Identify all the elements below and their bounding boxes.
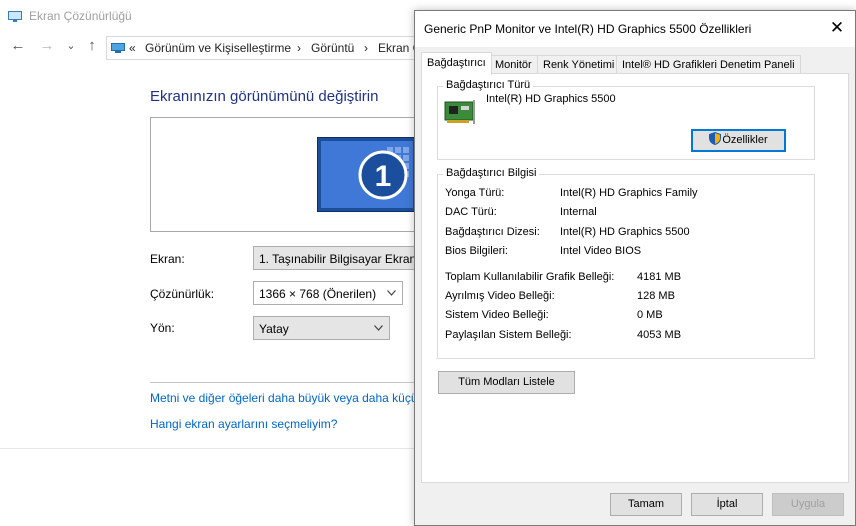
memory-value: 0 MB bbox=[637, 309, 663, 321]
memory-value: 4181 MB bbox=[637, 271, 682, 283]
orientation-value: Yatay bbox=[259, 322, 289, 336]
display-value: 1. Taşınabilir Bilgisayar Ekranı bbox=[259, 252, 420, 266]
up-button[interactable]: ↑ bbox=[82, 37, 102, 54]
resolution-label: Çözünürlük: bbox=[150, 287, 215, 301]
info-value: Intel(R) HD Graphics 5500 bbox=[560, 226, 690, 238]
info-value: Internal bbox=[560, 206, 597, 218]
text-size-link[interactable]: Metni ve diğer öğeleri daha büyük veya d… bbox=[150, 391, 456, 405]
chevron-down-icon bbox=[387, 290, 396, 296]
ok-button[interactable]: Tamam bbox=[610, 493, 682, 516]
breadcrumb-item[interactable]: Görünüm ve Kişiselleştirme bbox=[145, 41, 291, 55]
adapter-type-group-label: Bağdaştırıcı Türü bbox=[443, 79, 534, 91]
card-icon bbox=[444, 100, 475, 124]
tab-bar: Bağdaştırıcı Monitör Renk Yönetimi Intel… bbox=[421, 52, 851, 75]
breadcrumb-item[interactable]: Görüntü bbox=[311, 41, 354, 55]
info-label: Bağdaştırıcı Dizesi: bbox=[445, 226, 540, 238]
memory-label: Paylaşılan Sistem Belleği: bbox=[445, 329, 572, 341]
dialog-title-bar[interactable]: Generic PnP Monitor ve Intel(R) HD Graph… bbox=[415, 11, 855, 47]
info-value: Intel Video BIOS bbox=[560, 245, 642, 257]
divider bbox=[0, 448, 420, 449]
properties-dialog: Generic PnP Monitor ve Intel(R) HD Graph… bbox=[414, 10, 856, 526]
display-icon bbox=[8, 11, 22, 22]
memory-label: Ayrılmış Video Belleği: bbox=[445, 290, 555, 302]
window-title: Ekran Çözünürlüğü bbox=[29, 9, 132, 23]
adapter-tab-panel: Bağdaştırıcı Türü Intel(R) HD Graphics 5… bbox=[421, 73, 849, 483]
divider bbox=[150, 382, 420, 383]
info-label: DAC Türü: bbox=[445, 206, 497, 218]
memory-value: 128 MB bbox=[637, 290, 675, 302]
memory-label: Toplam Kullanılabilir Grafik Belleği: bbox=[445, 271, 615, 283]
resolution-select[interactable]: 1366 × 768 (Önerilen) bbox=[253, 281, 403, 305]
resolution-value: 1366 × 768 (Önerilen) bbox=[259, 287, 377, 301]
dialog-title: Generic PnP Monitor ve Intel(R) HD Graph… bbox=[424, 22, 752, 36]
orientation-label: Yön: bbox=[150, 321, 175, 335]
recent-locations-button[interactable]: ⌄ bbox=[61, 39, 81, 52]
back-button[interactable]: ← bbox=[8, 37, 28, 54]
monitor-preview-icon[interactable]: 1 bbox=[317, 137, 417, 212]
tab-intel-control-panel[interactable]: Intel® HD Grafikleri Denetim Paneli bbox=[616, 55, 801, 74]
monitor-icon bbox=[111, 43, 125, 53]
chevron-down-icon bbox=[374, 325, 383, 331]
forward-button[interactable]: → bbox=[37, 37, 57, 54]
adapter-info-group-label: Bağdaştırıcı Bilgisi bbox=[443, 167, 540, 179]
address-bar[interactable]: « Görünüm ve Kişiselleştirme › Görüntü ›… bbox=[106, 36, 481, 60]
list-all-modes-button[interactable]: Tüm Modları Listele bbox=[438, 371, 575, 394]
tab-color-management[interactable]: Renk Yönetimi bbox=[537, 55, 621, 74]
breadcrumb-overflow[interactable]: « bbox=[129, 41, 136, 55]
adapter-properties-button[interactable]: Özellikler bbox=[691, 129, 786, 152]
breadcrumb-separator: › bbox=[297, 41, 301, 55]
shield-icon bbox=[709, 132, 722, 145]
apply-button[interactable]: Uygula bbox=[772, 493, 844, 516]
tab-adapter[interactable]: Bağdaştırıcı bbox=[421, 52, 492, 75]
memory-label: Sistem Video Belleği: bbox=[445, 309, 549, 321]
monitor-number: 1 bbox=[375, 160, 392, 193]
which-settings-link[interactable]: Hangi ekran ayarlarını seçmeliyim? bbox=[150, 417, 337, 431]
info-label: Yonga Türü: bbox=[445, 187, 505, 199]
orientation-select[interactable]: Yatay bbox=[253, 316, 390, 340]
page-title: Ekranınızın görünümünü değiştirin bbox=[150, 88, 379, 105]
adapter-name: Intel(R) HD Graphics 5500 bbox=[486, 93, 616, 105]
display-select[interactable]: 1. Taşınabilir Bilgisayar Ekranı bbox=[253, 246, 420, 270]
info-label: Bios Bilgileri: bbox=[445, 245, 508, 257]
cancel-button[interactable]: İptal bbox=[691, 493, 763, 516]
close-button[interactable]: ✕ bbox=[821, 13, 853, 43]
info-value: Intel(R) HD Graphics Family bbox=[560, 187, 698, 199]
breadcrumb-separator: › bbox=[364, 41, 368, 55]
display-label: Ekran: bbox=[150, 252, 185, 266]
background-title-bar: Ekran Çözünürlüğü bbox=[0, 0, 420, 32]
adapter-properties-label: Özellikler bbox=[722, 134, 768, 146]
tab-monitor[interactable]: Monitör bbox=[489, 55, 538, 74]
memory-value: 4053 MB bbox=[637, 329, 682, 341]
